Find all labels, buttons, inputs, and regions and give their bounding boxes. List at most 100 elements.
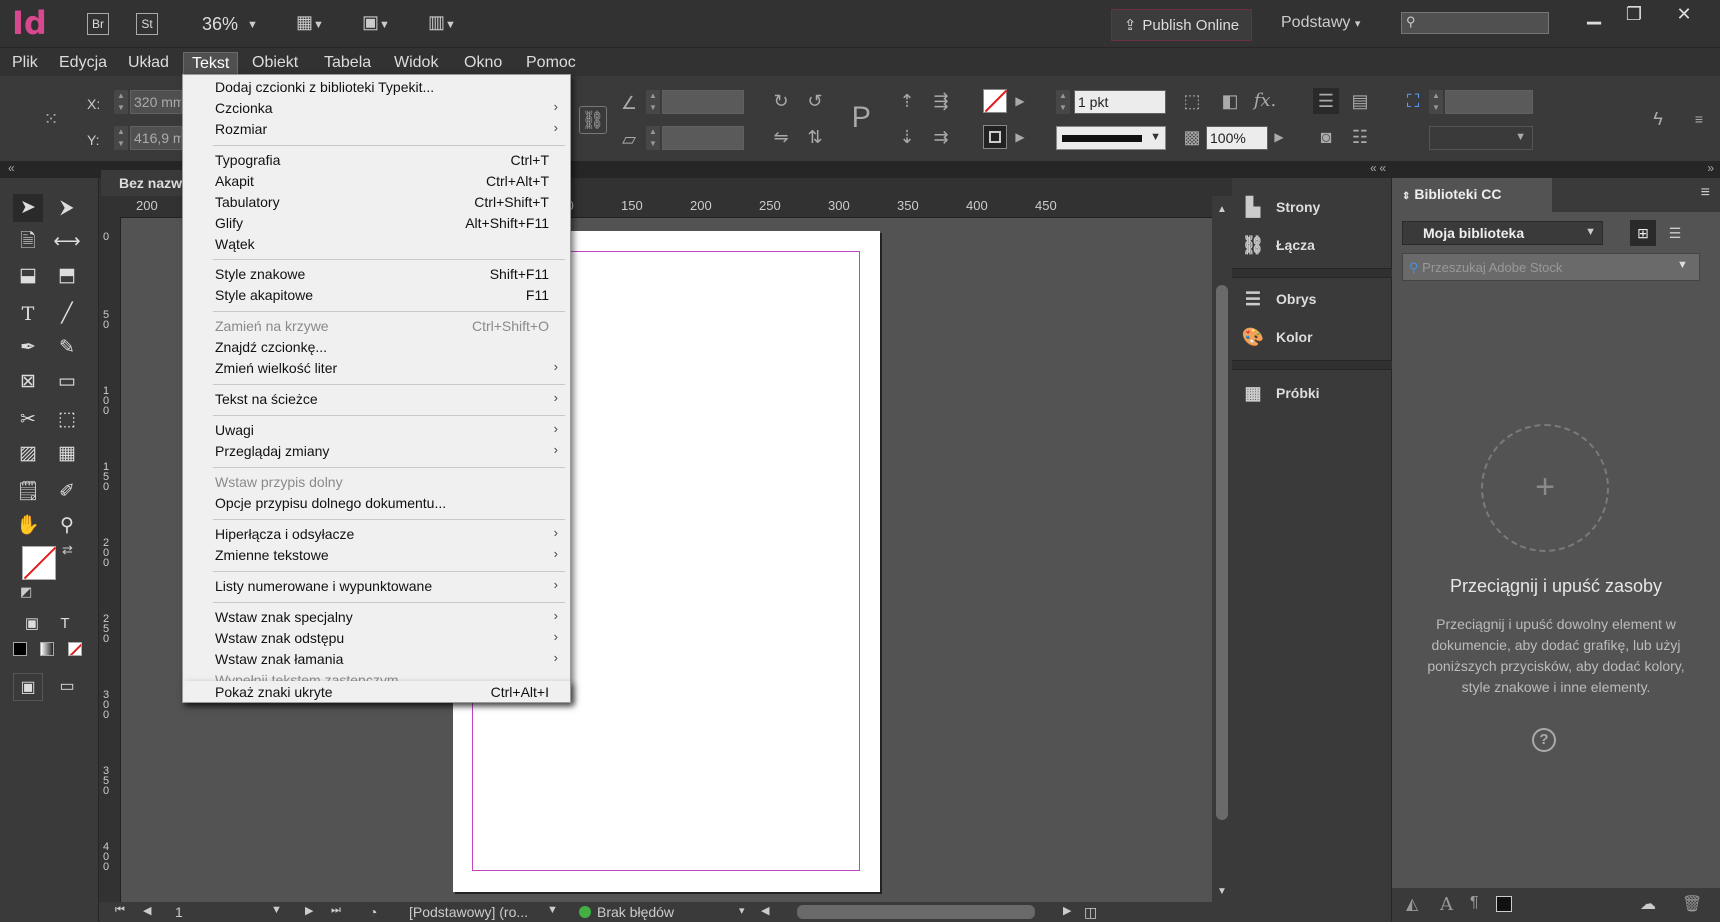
collapse-dock-icon[interactable]: « <box>1370 161 1377 175</box>
direct-selection-tool-icon[interactable]: ⮞ <box>52 194 82 222</box>
menu-item-glify[interactable]: Glify Alt+Shift+F11 <box>183 213 570 234</box>
add-color-icon[interactable] <box>1496 896 1512 912</box>
text-wrap-none-icon[interactable]: ☰ <box>1313 88 1339 114</box>
tab-biblioteki-cc[interactable]: ⇕ Biblioteki CC <box>1392 178 1552 212</box>
shear-stepper[interactable]: ▲ ▼ <box>646 126 660 150</box>
rotation-stepper[interactable]: ▲ ▼ <box>646 90 660 114</box>
text-wrap-bbox-icon[interactable]: ▤ <box>1347 88 1373 114</box>
text-wrap-shape-icon[interactable]: ◙ <box>1313 124 1339 150</box>
menu-item-tabulatory[interactable]: Tabulatory Ctrl+Shift+T <box>183 192 570 213</box>
panel-strony[interactable]: ▙ Strony <box>1240 190 1386 224</box>
fill-menu-icon[interactable]: ▶ <box>1012 88 1028 114</box>
horizontal-scroll-thumb[interactable] <box>797 905 1035 919</box>
restore-icon[interactable]: ❐ <box>1614 2 1654 28</box>
flip-horizontal-icon[interactable]: ⇋ <box>768 124 794 150</box>
arrange-documents-icon[interactable]: ▥▼ <box>428 12 464 36</box>
flip-vertical-icon[interactable]: ⇅ <box>802 124 828 150</box>
menu-item-przegladaj-zmiany[interactable]: Przeglądaj zmiany › <box>183 441 570 462</box>
menu-item-style-akapitowe[interactable]: Style akapitowe F11 <box>183 285 570 306</box>
stock-button[interactable]: St <box>136 13 158 35</box>
effects-icon[interactable]: fx. <box>1252 88 1278 114</box>
menu-item-wstaw-znak-lamania[interactable]: Wstaw znak łamania › <box>183 649 570 670</box>
preview-mode-icon[interactable]: ▭ <box>52 673 82 701</box>
collapse-left-icon[interactable]: « <box>8 161 15 175</box>
search-options-icon[interactable]: ▼ <box>1677 259 1688 271</box>
rotate-cw-icon[interactable]: ↻ <box>768 88 794 114</box>
zoom-dropdown-icon[interactable]: ▼ <box>247 19 258 31</box>
publish-online-button[interactable]: ⇪ Publish Online <box>1111 9 1252 41</box>
corner-options-icon[interactable]: ⬚ <box>1179 88 1205 114</box>
menu-item-czcionka[interactable]: Czcionka › <box>183 98 570 119</box>
menu-pomoc[interactable]: Pomoc <box>518 52 584 76</box>
content-collector-icon[interactable]: ⬓ <box>13 262 43 290</box>
paragraph-direction-icon[interactable]: Ｐ <box>846 98 876 138</box>
trash-icon[interactable]: 🗑 <box>1682 894 1702 914</box>
zoom-level[interactable]: 36% <box>202 14 238 35</box>
constrain-proportions-icon[interactable]: ⛓ <box>579 106 607 134</box>
menu-item-akapit[interactable]: Akapit Ctrl+Alt+T <box>183 171 570 192</box>
swap-colors-icon[interactable]: ⇄ <box>62 542 73 558</box>
cc-panel-menu-icon[interactable]: ≡ <box>1701 184 1710 202</box>
pen-tool-icon[interactable]: ✒ <box>13 334 43 362</box>
stock-search-input[interactable]: ⚲ Przeszukaj Adobe Stock <box>1402 253 1700 281</box>
scroll-left-icon[interactable]: ◀ <box>761 904 769 917</box>
menu-tekst[interactable]: Tekst <box>183 52 239 76</box>
menu-tabela[interactable]: Tabela <box>316 52 379 76</box>
apply-none-icon[interactable] <box>68 642 82 656</box>
panel-obrys[interactable]: ☰ Obrys <box>1240 282 1386 316</box>
preflight-status[interactable]: Brak błędów <box>579 904 674 920</box>
gradient-swatch-tool-icon[interactable]: ▨ <box>13 440 43 468</box>
line-tool-icon[interactable]: ╱ <box>52 300 82 328</box>
panel-probki[interactable]: ▦ Próbki <box>1240 376 1386 410</box>
prev-page-icon[interactable]: ◀ <box>143 904 151 917</box>
menu-item-wstaw-znak-odstepu[interactable]: Wstaw znak odstępu › <box>183 628 570 649</box>
menu-widok[interactable]: Widok <box>386 52 446 76</box>
add-paragraph-style-icon[interactable]: ¶ <box>1470 894 1479 912</box>
content-placer-icon[interactable]: ⬒ <box>52 262 82 290</box>
apply-color-icon[interactable] <box>13 642 27 656</box>
hand-tool-icon[interactable]: ✋ <box>13 512 43 540</box>
menu-item-watek[interactable]: Wątek <box>183 234 570 255</box>
rectangle-frame-tool-icon[interactable]: ⊠ <box>13 368 43 396</box>
vertical-scroll-thumb[interactable] <box>1216 285 1228 820</box>
add-graphic-icon[interactable]: ◭ <box>1406 894 1418 914</box>
menu-item-tekst-na-sciezce[interactable]: Tekst na ścieżce › <box>183 389 570 410</box>
master-dropdown-icon[interactable]: ▼ <box>547 904 558 916</box>
rectangle-tool-icon[interactable]: ▭ <box>52 368 82 396</box>
view-options-icon[interactable]: ▦▼ <box>296 12 332 36</box>
default-colors-icon[interactable]: ◩ <box>20 584 32 600</box>
help-search-input[interactable]: ⚲ <box>1401 12 1549 34</box>
menu-item-zmien-wielkosc-liter[interactable]: Zmień wielkość liter › <box>183 358 570 379</box>
menu-item-pokaz-znaki-ukryte[interactable]: Pokaż znaki ukryte Ctrl+Alt+I <box>182 681 571 703</box>
scroll-up-icon[interactable]: ▲ <box>1217 204 1227 215</box>
help-icon[interactable]: ? <box>1532 728 1556 752</box>
add-asset-icon[interactable]: + <box>1481 424 1609 552</box>
scroll-right-icon[interactable]: ▶ <box>1063 904 1071 917</box>
page-number-field[interactable]: 1 <box>175 904 183 920</box>
opacity-field[interactable]: 100% <box>1206 126 1268 150</box>
auto-fit-icon[interactable]: ⛶ <box>1400 88 1426 114</box>
menu-item-rozmiar[interactable]: Rozmiar › <box>183 119 570 140</box>
type-tool-icon[interactable]: T <box>13 300 43 328</box>
menu-item-uwagi[interactable]: Uwagi › <box>183 420 570 441</box>
screen-mode-icon[interactable]: ▣▼ <box>362 12 398 36</box>
note-tool-icon[interactable]: 🗒 <box>13 478 43 506</box>
stroke-weight-field[interactable]: 1 pkt <box>1074 90 1166 114</box>
fill-color-swatch[interactable] <box>22 546 57 580</box>
last-page-icon[interactable]: ⏭ <box>331 904 341 917</box>
add-character-style-icon[interactable]: A <box>1440 894 1453 915</box>
quick-apply-icon[interactable]: ϟ <box>1645 106 1671 132</box>
select-next-icon[interactable]: ⇉ <box>928 124 954 150</box>
menu-item-style-znakowe[interactable]: Style znakowe Shift+F11 <box>183 264 570 285</box>
first-page-icon[interactable]: ⏮ <box>115 904 125 917</box>
frame-stepper[interactable]: ▲ ▼ <box>1429 90 1443 114</box>
stroke-swatch[interactable] <box>983 125 1007 149</box>
eyedropper-tool-icon[interactable]: ✐ <box>52 478 82 506</box>
gap-tool-icon[interactable]: ⟷ <box>52 228 82 256</box>
menu-item-dodaj-czcionki[interactable]: Dodaj czcionki z biblioteki Typekit... <box>183 77 570 98</box>
menu-item-hiperlacza[interactable]: Hiperłącza i odsyłacze › <box>183 524 570 545</box>
open-page-icon[interactable]: ◔ <box>369 904 377 920</box>
free-transform-tool-icon[interactable]: ⬚ <box>52 406 82 434</box>
apply-gradient-icon[interactable] <box>40 642 54 656</box>
menu-item-opcje-przypisu[interactable]: Opcje przypisu dolnego dokumentu... <box>183 493 570 514</box>
